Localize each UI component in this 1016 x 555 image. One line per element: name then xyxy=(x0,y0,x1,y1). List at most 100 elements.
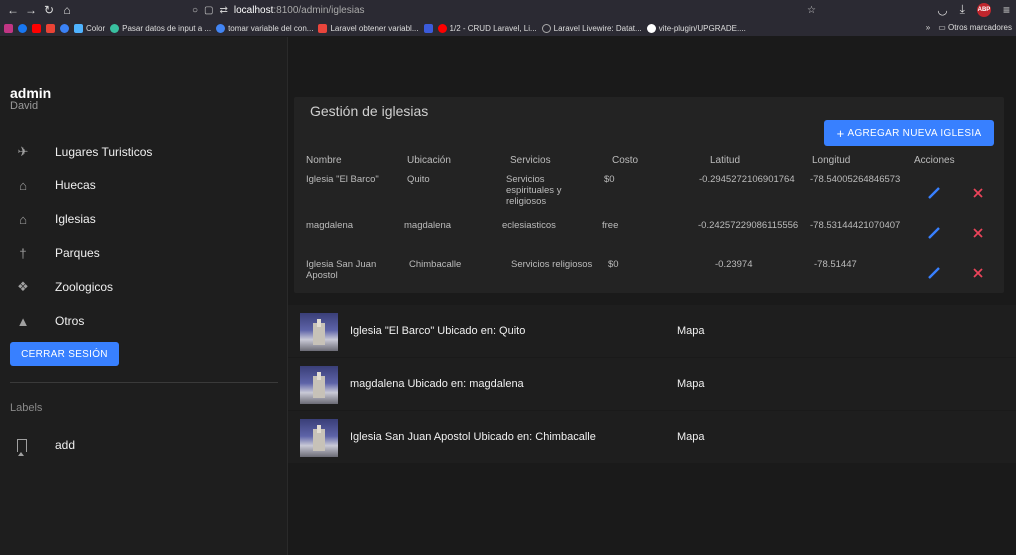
bookmark-item[interactable]: Color xyxy=(74,23,105,33)
sidebar-item-iglesias[interactable]: ⌂ Iglesias xyxy=(0,206,288,232)
bookmark-favicon xyxy=(541,23,551,33)
edit-icon[interactable] xyxy=(926,225,942,241)
url-host: localhost xyxy=(233,4,274,16)
column-header: Acciones xyxy=(914,155,955,166)
churches-card: Gestión de iglesias + AGREGAR NUEVA IGLES… xyxy=(294,97,1004,293)
cell-servicios: eclesiasticos xyxy=(502,220,556,231)
site-icon[interactable] xyxy=(60,23,69,33)
column-header: Costo xyxy=(612,155,639,166)
column-header: Latitud xyxy=(710,155,741,166)
cell-latitud: -0.23974 xyxy=(715,259,753,270)
list-item[interactable]: Iglesia San Juan Apostol Ubicado en: Chi… xyxy=(288,411,1016,463)
bookmark-item[interactable]: Laravel Livewire: Datat... xyxy=(541,23,642,33)
cell-costo: $0 xyxy=(604,174,615,185)
cell-costo: free xyxy=(602,220,619,231)
edit-icon[interactable] xyxy=(926,185,942,201)
cell-nombre: magdalena xyxy=(306,220,354,231)
bookmark-icon xyxy=(17,438,31,456)
label-item-add[interactable]: add xyxy=(0,432,288,458)
instagram-icon[interactable] xyxy=(4,23,13,33)
map-link[interactable]: Mapa xyxy=(677,325,705,337)
cell-longitud: -78.54005264846573 xyxy=(810,174,901,185)
youtube-icon[interactable] xyxy=(32,23,41,33)
sidebar-item-huecas[interactable]: ⌂ Huecas xyxy=(0,172,288,198)
sidebar-item-label: Parques xyxy=(55,246,100,260)
sidebar-item-label: Lugares Turisticos xyxy=(55,145,153,159)
cell-ubicacion: Chimbacalle xyxy=(409,259,462,270)
warning-icon: ▲ xyxy=(16,313,30,329)
labels-header: Labels xyxy=(10,402,43,414)
cell-servicios: Servicios religiosos xyxy=(511,259,593,270)
map-link[interactable]: Mapa xyxy=(677,431,705,443)
browser-toolbar: ← → ↻ ⌂ ○ ▢ ⇄ localhost:8100/admin/igles… xyxy=(0,0,1016,20)
bookmark-favicon xyxy=(437,23,447,33)
bookmark-item[interactable] xyxy=(423,23,433,33)
bookmark-item[interactable]: tomar variable del con... xyxy=(216,23,313,33)
delete-icon[interactable] xyxy=(970,225,986,241)
gmail-icon[interactable] xyxy=(46,23,55,33)
cell-costo: $0 xyxy=(608,259,619,270)
sidebar-item-parques[interactable]: † Parques xyxy=(0,240,288,266)
bookmark-item[interactable]: vite-plugin/UPGRADE.... xyxy=(646,23,746,33)
more-bookmarks-icon[interactable]: » xyxy=(926,23,930,32)
bookmark-favicon xyxy=(74,23,83,33)
column-header: Servicios xyxy=(510,155,551,166)
sidebar-title: admin xyxy=(10,85,52,101)
cell-ubicacion: Quito xyxy=(407,174,430,185)
church-thumbnail xyxy=(300,313,338,351)
cell-nombre: Iglesia "El Barco" xyxy=(306,174,379,185)
adblock-icon[interactable]: ABP xyxy=(976,2,991,17)
cell-latitud: -0.24257229086115556 xyxy=(698,220,799,231)
column-header: Nombre xyxy=(306,155,342,166)
church-thumbnail xyxy=(300,419,338,457)
bookmark-favicon xyxy=(318,23,328,33)
home-icon[interactable]: ⌂ xyxy=(58,3,76,17)
bookmark-favicon xyxy=(646,23,656,33)
map-link[interactable]: Mapa xyxy=(677,378,705,390)
facebook-icon[interactable] xyxy=(18,23,27,33)
star-icon[interactable]: ☆ xyxy=(807,5,816,16)
list-item-text: Iglesia San Juan Apostol Ubicado en: Chi… xyxy=(350,431,596,443)
list-item[interactable]: magdalena Ubicado en: magdalena Mapa xyxy=(288,358,1016,410)
sidebar-item-zoologicos[interactable]: ❖ Zoologicos xyxy=(0,274,288,300)
url-path: :8100/admin/iglesias xyxy=(273,4,365,16)
add-church-button[interactable]: + AGREGAR NUEVA IGLESIA xyxy=(824,120,994,146)
logout-button[interactable]: CERRAR SESIÓN xyxy=(10,342,119,366)
shield-icon: ○ xyxy=(192,4,199,16)
column-header: Longitud xyxy=(812,155,851,166)
forward-icon[interactable]: → xyxy=(22,3,40,17)
delete-icon[interactable] xyxy=(970,185,986,201)
delete-icon[interactable] xyxy=(970,265,986,281)
plus-icon: + xyxy=(836,125,845,141)
bookmark-favicon xyxy=(423,23,433,33)
sidebar-divider xyxy=(10,382,278,383)
edit-icon[interactable] xyxy=(926,265,942,281)
sidebar-item-lugares[interactable]: ✈ Lugares Turisticos xyxy=(0,139,288,165)
sidebar-item-label: Huecas xyxy=(55,178,96,192)
page-icon: ▢ xyxy=(204,4,214,16)
home-icon: ⌂ xyxy=(19,211,27,227)
reload-icon[interactable]: ↻ xyxy=(40,3,58,17)
sidebar-item-otros[interactable]: ▲ Otros xyxy=(0,308,288,334)
bookmark-item[interactable]: 1/2 - CRUD Laravel, Li... xyxy=(437,23,537,33)
bookmark-item[interactable]: Pasar datos de input a ... xyxy=(110,23,211,33)
paw-icon: ❖ xyxy=(17,279,29,294)
cell-latitud: -0.2945272106901764 xyxy=(699,174,795,185)
menu-icon[interactable]: ≡ xyxy=(1003,3,1010,17)
list-item-text: magdalena Ubicado en: magdalena xyxy=(350,378,524,390)
main-content: Gestión de iglesias + AGREGAR NUEVA IGLES… xyxy=(288,37,1016,555)
sidebar-subtitle: David xyxy=(10,100,39,112)
bookmark-item[interactable]: Laravel obtener variabl... xyxy=(318,23,419,33)
url-bar[interactable]: ○ ▢ ⇄ localhost:8100/admin/iglesias ☆ xyxy=(192,2,832,18)
download-icon[interactable]: ⤓ xyxy=(960,2,965,17)
add-church-label: AGREGAR NUEVA IGLESIA xyxy=(847,127,982,139)
bookmark-favicon xyxy=(216,23,226,33)
cell-nombre: Iglesia San Juan Apostol xyxy=(306,259,377,281)
sidebar-item-label: Zoologicos xyxy=(55,280,114,294)
cell-longitud: -78.53144421070407 xyxy=(810,220,901,231)
pocket-icon[interactable]: ◡ xyxy=(937,3,947,17)
list-item-text: Iglesia "El Barco" Ubicado en: Quito xyxy=(350,325,526,337)
back-icon[interactable]: ← xyxy=(4,3,22,17)
other-bookmarks[interactable]: ▭ Otros marcadores xyxy=(938,23,1012,32)
list-item[interactable]: Iglesia "El Barco" Ubicado en: Quito Map… xyxy=(288,305,1016,357)
